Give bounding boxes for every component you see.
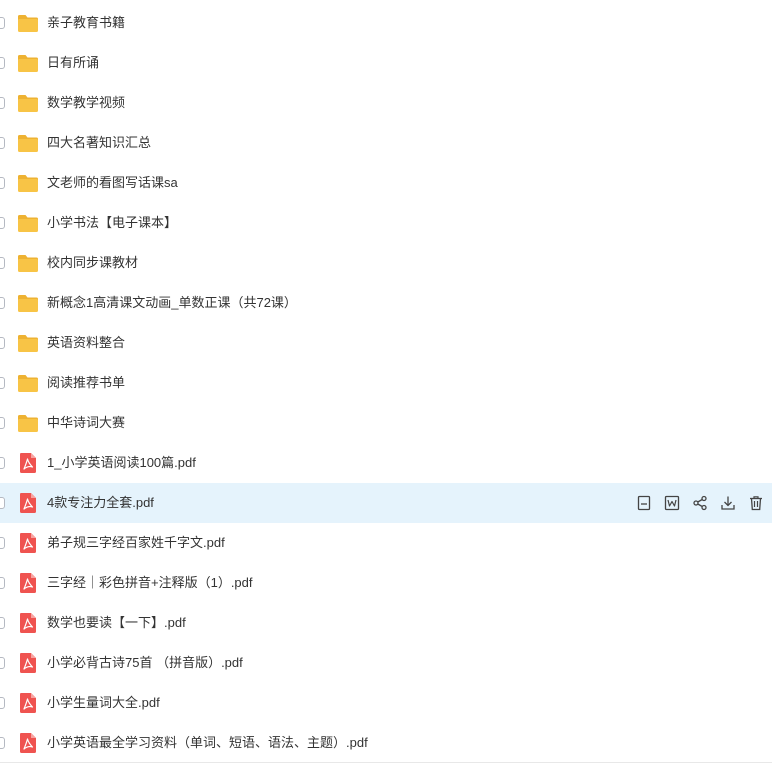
folder-row[interactable]: 校内同步课教材 <box>0 243 772 283</box>
row-checkbox[interactable] <box>0 577 5 589</box>
folder-icon <box>17 412 39 434</box>
row-checkbox[interactable] <box>0 17 5 29</box>
file-name[interactable]: 4款专注力全套.pdf <box>47 483 154 523</box>
row-checkbox[interactable] <box>0 217 5 229</box>
word-convert-icon <box>664 495 680 511</box>
file-name[interactable]: 英语资料整合 <box>47 323 125 363</box>
row-checkbox[interactable] <box>0 417 5 429</box>
share-icon <box>692 495 708 511</box>
pdf-icon <box>17 732 39 754</box>
row-checkbox[interactable] <box>0 537 5 549</box>
row-checkbox[interactable] <box>0 737 5 749</box>
file-name[interactable]: 小学英语最全学习资料（单词、短语、语法、主题）.pdf <box>47 723 368 763</box>
file-name[interactable]: 阅读推荐书单 <box>47 363 125 403</box>
convert-word-button[interactable] <box>662 493 682 513</box>
file-name[interactable]: 数学也要读【一下】.pdf <box>47 603 186 643</box>
file-name[interactable]: 弟子规三字经百家姓千字文.pdf <box>47 523 225 563</box>
row-checkbox[interactable] <box>0 617 5 629</box>
row-checkbox[interactable] <box>0 297 5 309</box>
file-name[interactable]: 三字经｜彩色拼音+注释版（1）.pdf <box>47 563 253 603</box>
row-checkbox[interactable] <box>0 337 5 349</box>
folder-icon <box>17 12 39 34</box>
row-checkbox[interactable] <box>0 457 5 469</box>
file-row[interactable]: 小学生量词大全.pdf <box>0 683 772 723</box>
file-row[interactable]: 数学也要读【一下】.pdf <box>0 603 772 643</box>
folder-row[interactable]: 阅读推荐书单 <box>0 363 772 403</box>
folder-icon <box>17 172 39 194</box>
file-row[interactable]: 4款专注力全套.pdf <box>0 483 772 523</box>
folder-row[interactable]: 日有所诵 <box>0 43 772 83</box>
file-row[interactable]: 三字经｜彩色拼音+注释版（1）.pdf <box>0 563 772 603</box>
preview-icon <box>636 495 652 511</box>
row-checkbox[interactable] <box>0 497 5 509</box>
row-checkbox[interactable] <box>0 257 5 269</box>
pdf-icon <box>17 652 39 674</box>
list-bottom-divider <box>0 762 772 763</box>
folder-row[interactable]: 数学教学视频 <box>0 83 772 123</box>
file-name[interactable]: 文老师的看图写话课sa <box>47 163 178 203</box>
download-icon <box>720 495 736 511</box>
delete-button[interactable] <box>746 493 766 513</box>
row-checkbox[interactable] <box>0 137 5 149</box>
folder-row[interactable]: 中华诗词大赛 <box>0 403 772 443</box>
file-name[interactable]: 小学书法【电子课本】 <box>47 203 177 243</box>
file-name[interactable]: 校内同步课教材 <box>47 243 138 283</box>
folder-row[interactable]: 小学书法【电子课本】 <box>0 203 772 243</box>
folder-row[interactable]: 英语资料整合 <box>0 323 772 363</box>
folder-icon <box>17 132 39 154</box>
folder-row[interactable]: 四大名著知识汇总 <box>0 123 772 163</box>
file-name[interactable]: 四大名著知识汇总 <box>47 123 151 163</box>
pdf-icon <box>17 492 39 514</box>
file-row[interactable]: 小学英语最全学习资料（单词、短语、语法、主题）.pdf <box>0 723 772 763</box>
row-checkbox[interactable] <box>0 97 5 109</box>
preview-button[interactable] <box>634 493 654 513</box>
row-checkbox[interactable] <box>0 657 5 669</box>
share-button[interactable] <box>690 493 710 513</box>
folder-row[interactable]: 文老师的看图写话课sa <box>0 163 772 203</box>
folder-icon <box>17 52 39 74</box>
pdf-icon <box>17 692 39 714</box>
file-name[interactable]: 数学教学视频 <box>47 83 125 123</box>
folder-icon <box>17 292 39 314</box>
row-actions <box>634 493 766 513</box>
pdf-icon <box>17 572 39 594</box>
file-name[interactable]: 小学必背古诗75首 （拼音版）.pdf <box>47 643 243 683</box>
folder-icon <box>17 332 39 354</box>
pdf-icon <box>17 612 39 634</box>
folder-row[interactable]: 亲子教育书籍 <box>0 3 772 43</box>
folder-icon <box>17 92 39 114</box>
file-row[interactable]: 弟子规三字经百家姓千字文.pdf <box>0 523 772 563</box>
trash-icon <box>748 495 764 511</box>
file-name[interactable]: 1_小学英语阅读100篇.pdf <box>47 443 196 483</box>
folder-icon <box>17 252 39 274</box>
file-row[interactable]: 1_小学英语阅读100篇.pdf <box>0 443 772 483</box>
pdf-icon <box>17 532 39 554</box>
folder-icon <box>17 372 39 394</box>
row-checkbox[interactable] <box>0 697 5 709</box>
folder-icon <box>17 212 39 234</box>
file-row[interactable]: 小学必背古诗75首 （拼音版）.pdf <box>0 643 772 683</box>
row-checkbox[interactable] <box>0 57 5 69</box>
folder-row[interactable]: 新概念1高清课文动画_单数正课（共72课） <box>0 283 772 323</box>
file-name[interactable]: 日有所诵 <box>47 43 99 83</box>
pdf-icon <box>17 452 39 474</box>
file-name[interactable]: 小学生量词大全.pdf <box>47 683 160 723</box>
file-list: 亲子教育书籍 日有所诵 数学教学视频 四大名著知识汇总 文老师的看图写话课sa 小学书法【… <box>0 0 772 767</box>
file-name[interactable]: 新概念1高清课文动画_单数正课（共72课） <box>47 283 297 323</box>
download-button[interactable] <box>718 493 738 513</box>
row-checkbox[interactable] <box>0 377 5 389</box>
file-name[interactable]: 亲子教育书籍 <box>47 3 125 43</box>
file-name[interactable]: 中华诗词大赛 <box>47 403 125 443</box>
row-checkbox[interactable] <box>0 177 5 189</box>
